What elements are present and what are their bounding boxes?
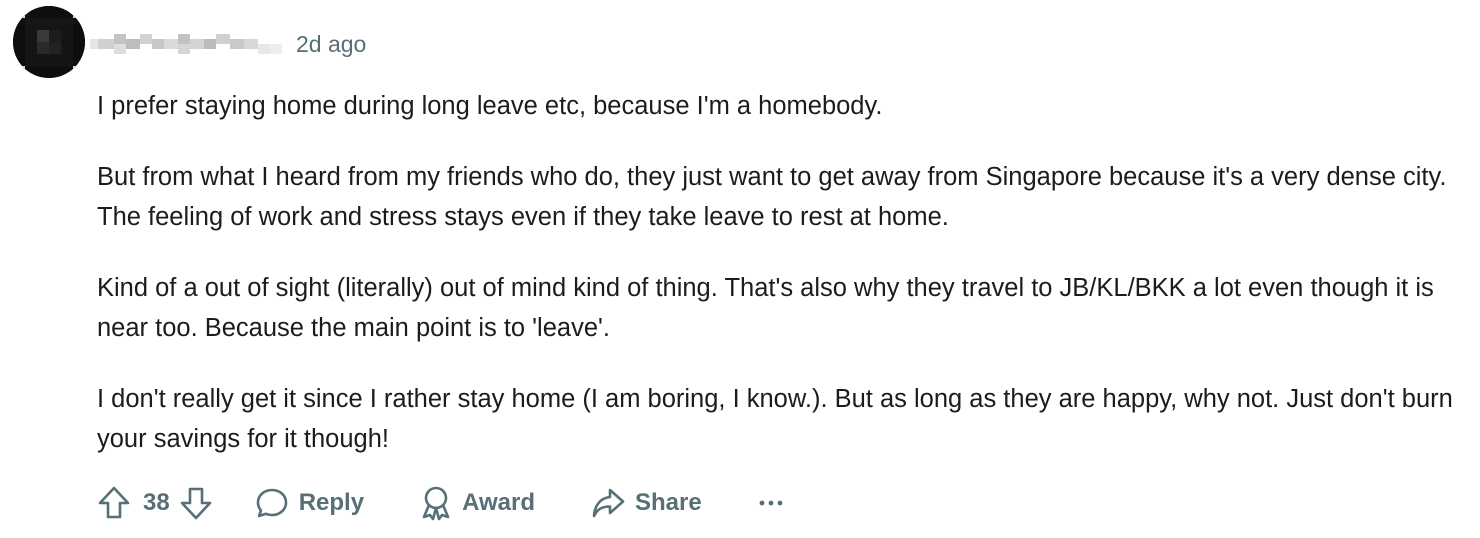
award-label: Award bbox=[462, 489, 535, 516]
comment-action-bar: 38 Reply Award Share bbox=[97, 480, 784, 526]
share-arrow-icon bbox=[592, 488, 625, 518]
username-redacted[interactable] bbox=[90, 30, 285, 58]
share-button[interactable]: Share bbox=[591, 486, 702, 520]
comment-body: I prefer staying home during long leave … bbox=[97, 86, 1467, 490]
comment-paragraph: I don't really get it since I rather sta… bbox=[97, 385, 1453, 453]
speech-bubble-icon bbox=[256, 488, 288, 518]
arrow-down-outline-icon bbox=[180, 487, 212, 520]
downvote-button[interactable] bbox=[179, 485, 213, 521]
reply-button[interactable]: Reply bbox=[255, 486, 364, 520]
timestamp[interactable]: 2d ago bbox=[296, 30, 366, 58]
comment: 2d ago I prefer staying home during long… bbox=[0, 0, 1480, 538]
award-button[interactable]: Award bbox=[420, 485, 535, 521]
ellipsis-icon bbox=[759, 500, 783, 506]
reply-label: Reply bbox=[298, 489, 365, 516]
avatar[interactable] bbox=[13, 6, 85, 78]
comment-paragraph: But from what I heard from my friends wh… bbox=[97, 163, 1447, 231]
award-ribbon-icon bbox=[422, 486, 450, 521]
comment-paragraph: I prefer staying home during long leave … bbox=[97, 92, 883, 120]
more-options-button[interactable] bbox=[758, 498, 784, 508]
arrow-up-outline-icon bbox=[98, 486, 130, 519]
vote-count: 38 bbox=[143, 489, 170, 516]
comment-paragraph: Kind of a out of sight (literally) out o… bbox=[97, 274, 1434, 342]
share-label: Share bbox=[634, 489, 702, 516]
upvote-button[interactable] bbox=[97, 485, 131, 521]
